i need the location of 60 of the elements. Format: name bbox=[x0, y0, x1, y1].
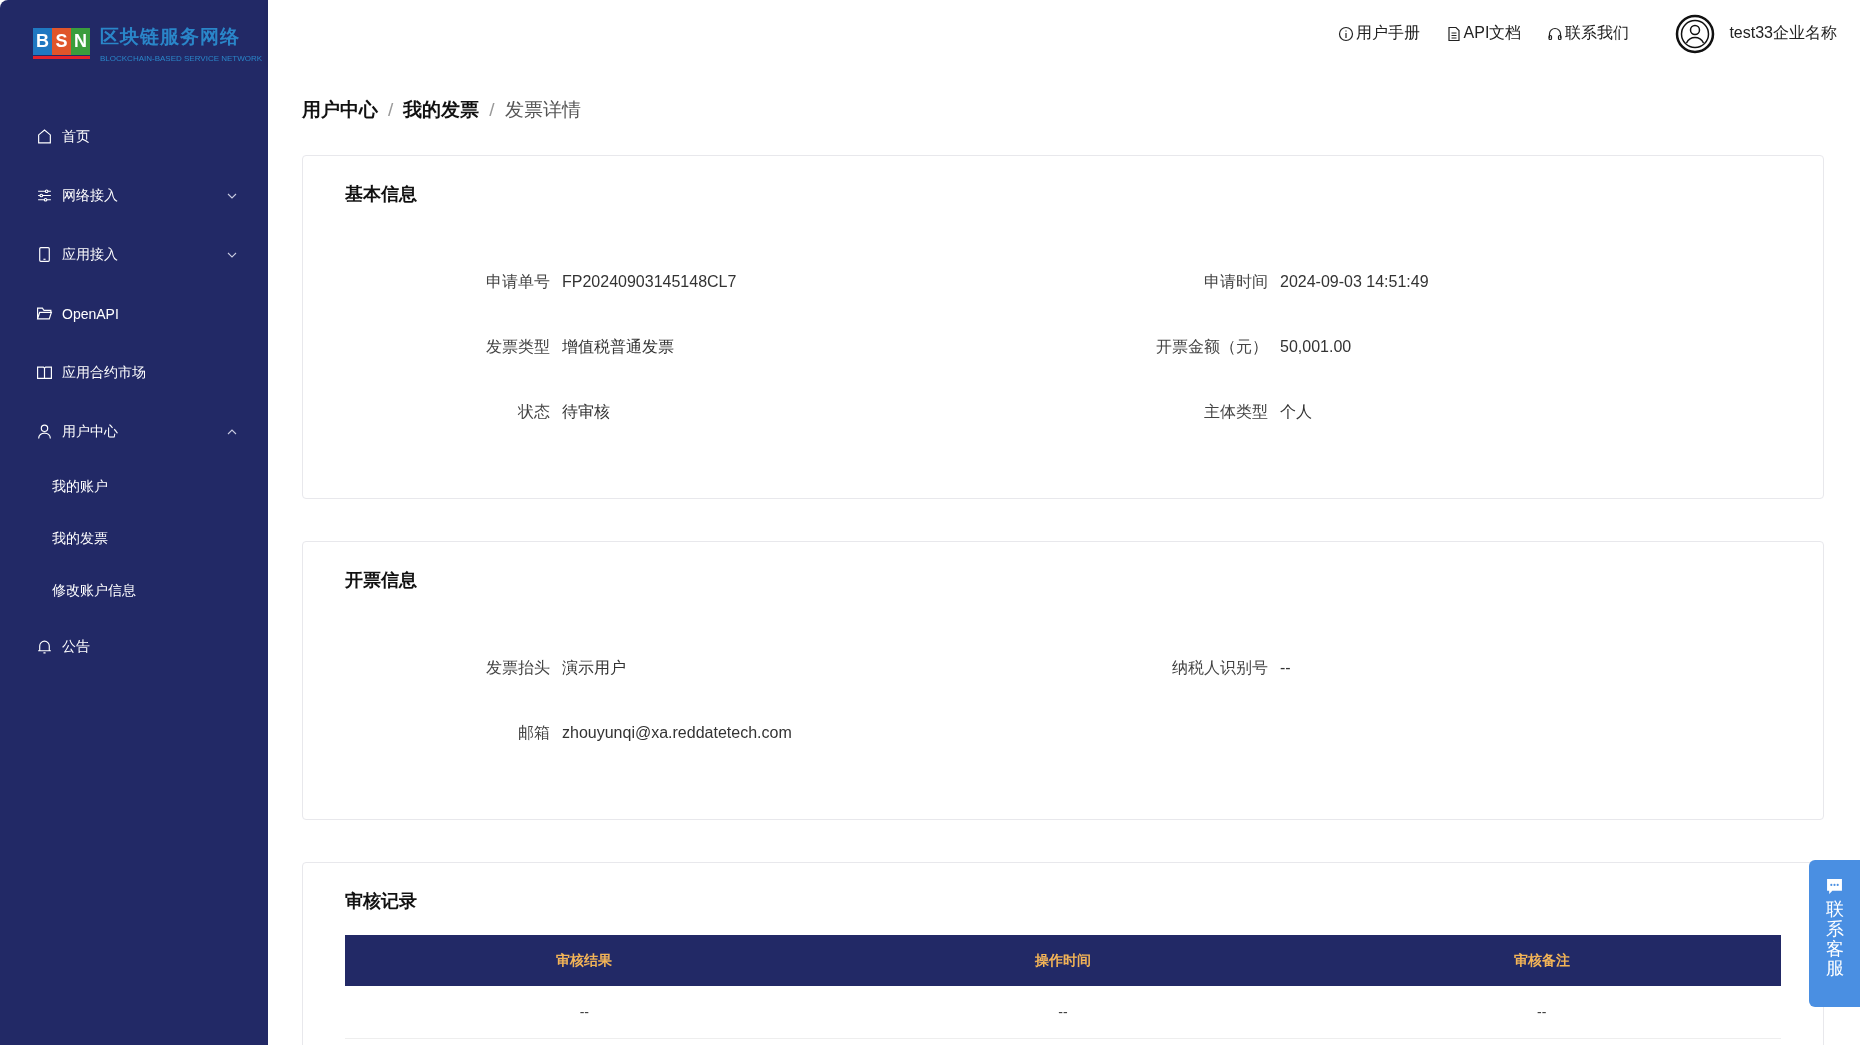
sidebar-item[interactable]: 用户中心 bbox=[0, 402, 268, 461]
column-header: 审核结果 bbox=[345, 935, 824, 986]
folder-icon bbox=[36, 305, 53, 322]
sidebar-item[interactable]: 应用接入 bbox=[0, 225, 268, 284]
field-label: 发票类型 bbox=[485, 337, 550, 357]
book-icon bbox=[36, 364, 53, 381]
section-title: 审核记录 bbox=[345, 890, 418, 913]
field-value: FP20240903145148CL7 bbox=[562, 272, 738, 292]
bell-icon bbox=[36, 638, 53, 655]
sidebar-item[interactable]: 网络接入 bbox=[0, 166, 268, 225]
avatar-icon[interactable] bbox=[1675, 13, 1716, 54]
field-value: 待审核 bbox=[562, 402, 611, 422]
sidebar-subitem[interactable]: 修改账户信息 bbox=[0, 565, 268, 617]
field-value: 2024-09-03 14:51:49 bbox=[1280, 272, 1430, 292]
field-label: 开票金额（元） bbox=[1155, 337, 1268, 357]
breadcrumb-separator: / bbox=[489, 99, 495, 121]
sidebar-item[interactable]: OpenAPI bbox=[0, 284, 268, 343]
breadcrumb-separator: / bbox=[388, 99, 394, 121]
field-value: zhouyunqi@xa.reddatetech.com bbox=[562, 723, 793, 743]
section-title: 基本信息 bbox=[345, 183, 418, 206]
logo-subtitle: BLOCKCHAIN-BASED SERVICE NETWORK bbox=[100, 53, 263, 63]
sidebar-item[interactable]: 公告 bbox=[0, 617, 268, 676]
sidebar-item[interactable]: 应用合约市场 bbox=[0, 343, 268, 402]
chat-icon bbox=[1826, 878, 1843, 895]
header-link[interactable]: API文档 bbox=[1445, 23, 1522, 44]
column-header: 操作时间 bbox=[823, 935, 1303, 986]
info-icon bbox=[1337, 25, 1354, 42]
table-cell: -- bbox=[345, 986, 824, 1039]
field-label: 发票抬头 bbox=[485, 658, 550, 678]
field-label: 申请时间 bbox=[1203, 272, 1268, 292]
field-label: 邮箱 bbox=[517, 723, 550, 743]
sliders-icon bbox=[36, 187, 53, 204]
field-value: 增值税普通发票 bbox=[562, 337, 675, 357]
document-icon bbox=[1445, 25, 1462, 42]
field-label: 申请单号 bbox=[485, 272, 550, 292]
field-label: 纳税人识别号 bbox=[1171, 658, 1268, 678]
field-value: -- bbox=[1280, 658, 1292, 678]
user-name[interactable]: test33企业名称 bbox=[1729, 23, 1837, 44]
field-value: 个人 bbox=[1280, 402, 1313, 422]
logo-title: 区块链服务网络 bbox=[100, 24, 241, 49]
sidebar-subitem[interactable]: 我的账户 bbox=[0, 461, 268, 513]
phone-icon bbox=[36, 246, 53, 263]
header-link[interactable]: 联系我们 bbox=[1547, 23, 1630, 44]
breadcrumb-item: 发票详情 bbox=[504, 98, 581, 122]
breadcrumb-item[interactable]: 我的发票 bbox=[403, 97, 480, 123]
headset-icon bbox=[1547, 25, 1564, 42]
home-icon bbox=[36, 128, 53, 145]
field-value: 50,001.00 bbox=[1280, 337, 1353, 357]
field-label: 主体类型 bbox=[1203, 402, 1268, 422]
section-title: 开票信息 bbox=[345, 569, 418, 592]
field-label: 状态 bbox=[517, 402, 550, 422]
table-cell: -- bbox=[823, 986, 1303, 1039]
header-link[interactable]: 用户手册 bbox=[1337, 23, 1420, 44]
breadcrumb-item[interactable]: 用户中心 bbox=[302, 97, 378, 123]
table-cell: -- bbox=[1302, 986, 1781, 1039]
column-header: 审核备注 bbox=[1302, 935, 1781, 986]
field-value: 演示用户 bbox=[562, 658, 627, 678]
sidebar-subitem[interactable]: 我的发票 bbox=[0, 513, 268, 565]
user-icon bbox=[36, 423, 53, 440]
sidebar-item[interactable]: 首页 bbox=[0, 107, 268, 166]
